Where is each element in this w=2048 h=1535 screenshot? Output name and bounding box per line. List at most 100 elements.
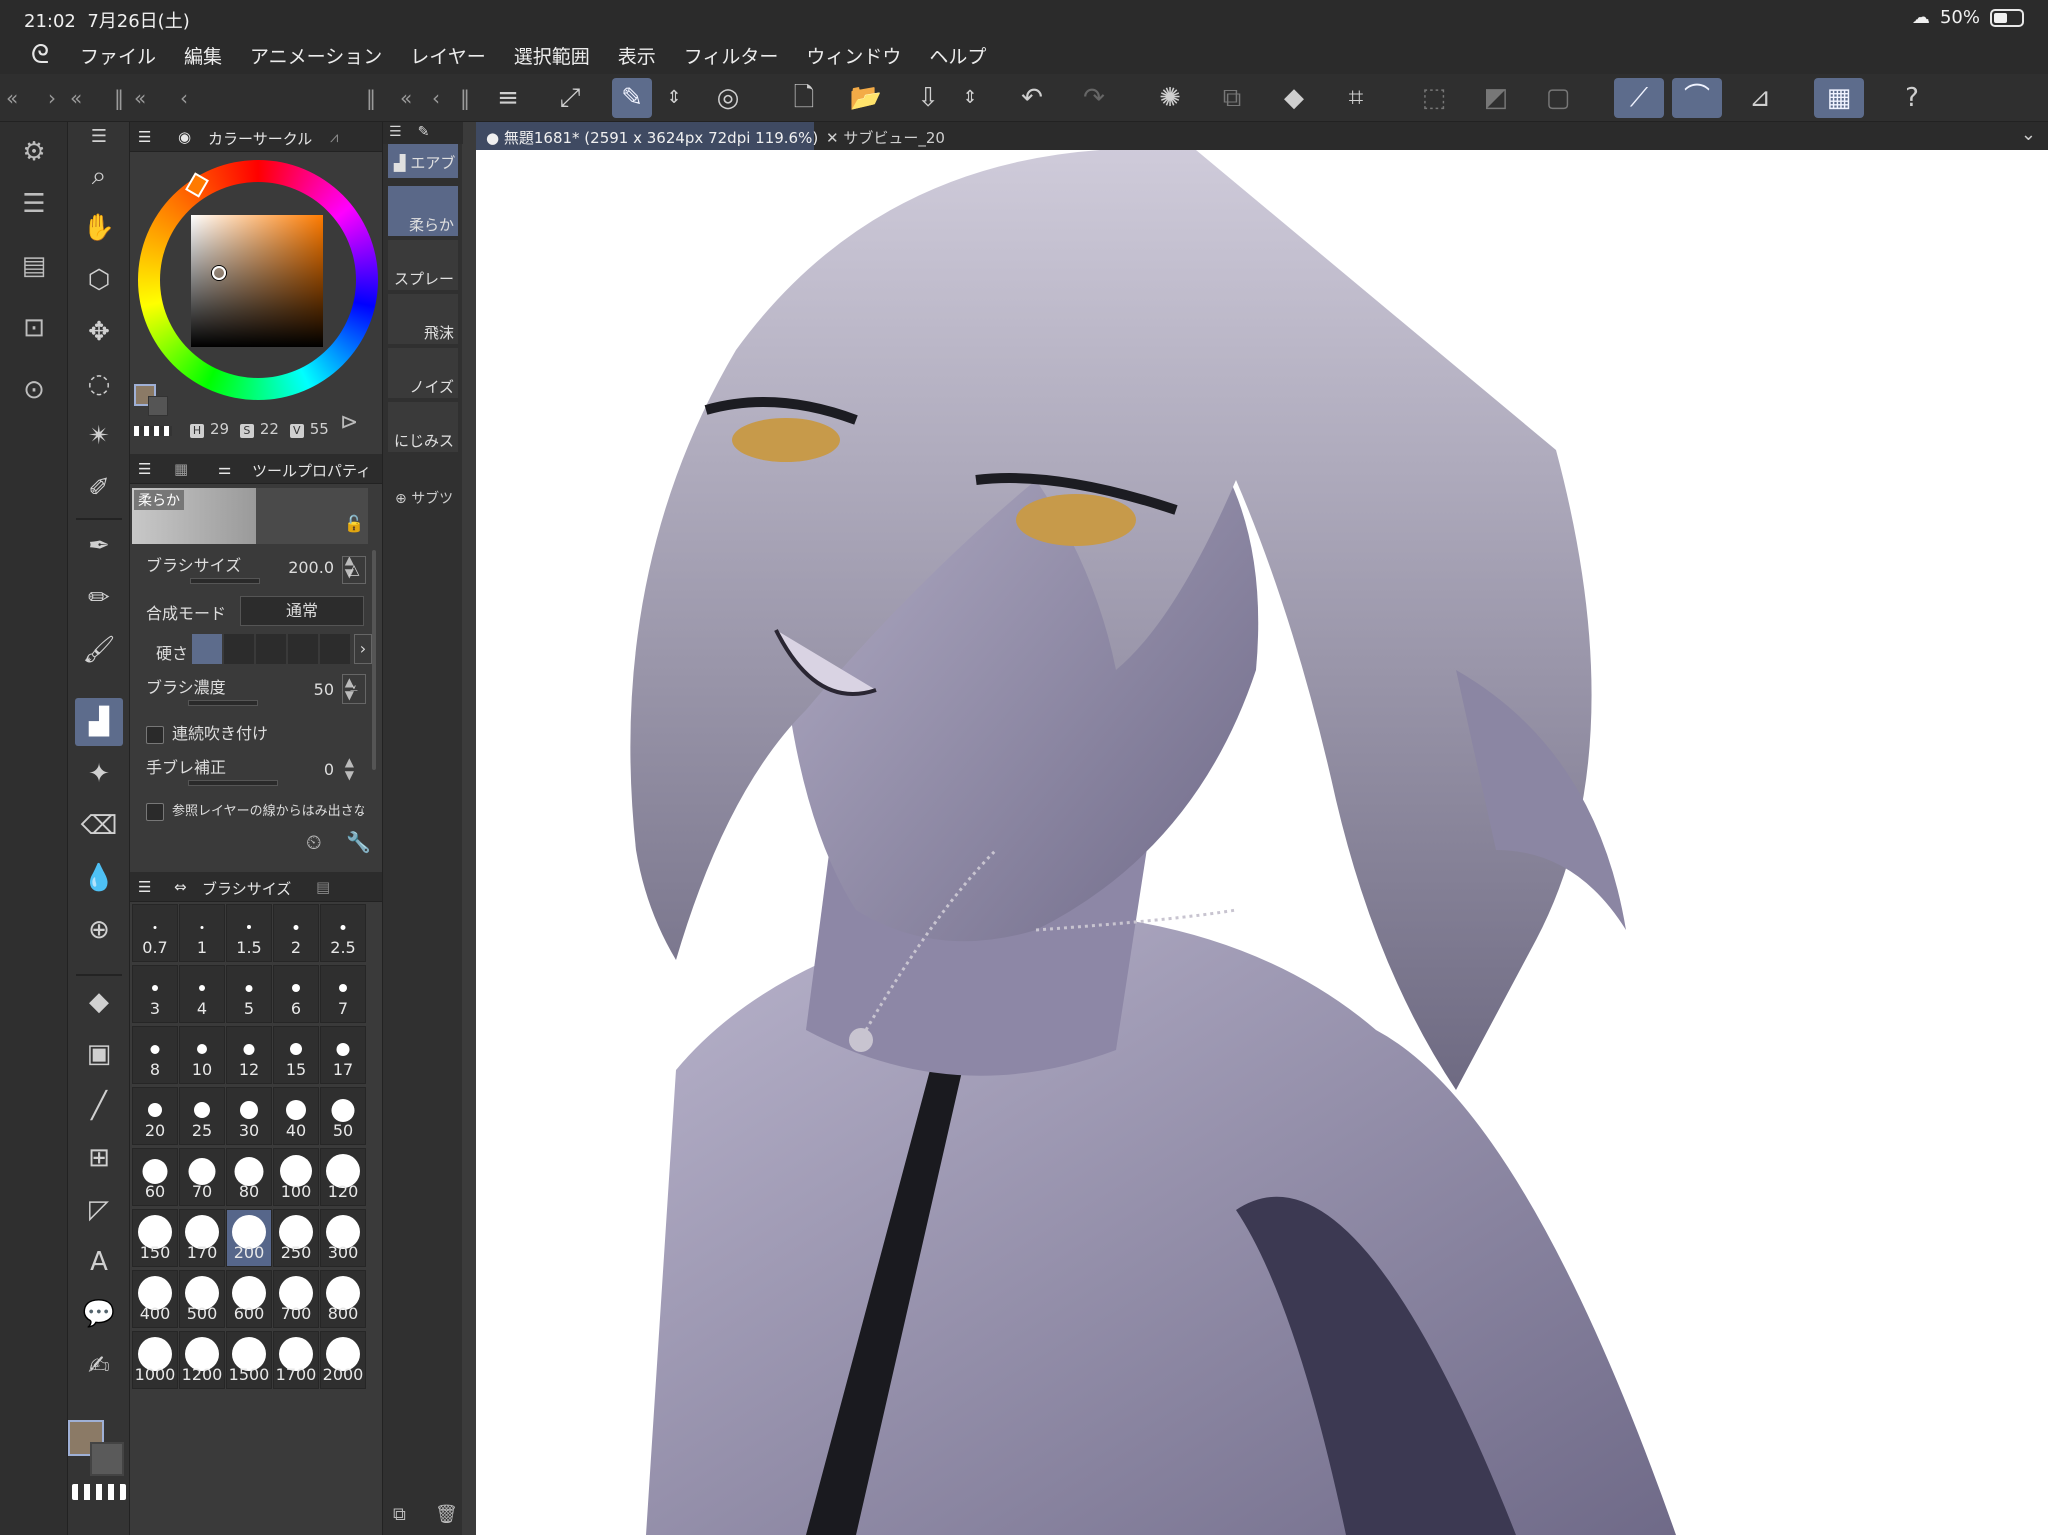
document-tab-active[interactable]: ● 無題1681* (2591 x 3624px 72dpi 119.6%) — [476, 122, 818, 150]
object-icon[interactable]: ⬡ — [75, 256, 123, 304]
eraser-icon[interactable]: ⌫ — [75, 802, 123, 850]
text-icon[interactable]: A — [75, 1238, 123, 1286]
hardness-step-1[interactable] — [192, 634, 222, 664]
collapse-left-icon[interactable]: « — [134, 86, 146, 110]
property-scrollbar[interactable] — [372, 550, 376, 770]
density-pressure-icon[interactable]: ⩡ — [342, 674, 366, 704]
snap-special-ruler-icon[interactable]: ⌒ — [1672, 78, 1722, 118]
zoom-icon[interactable]: ⌕ — [75, 152, 123, 200]
sub-tool-noise[interactable]: ノイズ — [388, 348, 458, 398]
airbrush-icon[interactable]: ▟ — [75, 698, 123, 746]
sub-tool-tab-icon[interactable]: ✎ — [418, 124, 430, 140]
app-logo-icon[interactable]: ᘓ — [0, 40, 80, 71]
sub-tool-blur-spray[interactable]: にじみス — [388, 402, 458, 452]
brush-size-value[interactable]: 200.0 — [288, 558, 334, 577]
hardness-step-5[interactable] — [320, 634, 350, 664]
sub-color-swatch[interactable] — [148, 396, 168, 416]
stepper-icon[interactable]: ▲ ▼ — [345, 756, 354, 782]
menu-edit[interactable]: 編集 — [184, 42, 222, 69]
snap-grid-icon[interactable]: ⊿ — [1740, 78, 1780, 118]
menu-file[interactable]: ファイル — [80, 42, 156, 69]
layers-icon[interactable]: ☰ — [14, 184, 54, 224]
brush-size-cell[interactable]: 70 — [179, 1148, 225, 1206]
brush-size-cell[interactable]: 700 — [273, 1270, 319, 1328]
drawing-canvas[interactable] — [476, 150, 2048, 1535]
brush-size-cell[interactable]: 150 — [132, 1209, 178, 1267]
snap-ruler-icon[interactable]: ⟋ — [1614, 78, 1664, 118]
loading-spinner-icon[interactable]: ✺ — [1150, 78, 1190, 118]
lasso-icon[interactable]: ◌ — [75, 360, 123, 408]
sub-tool-soft[interactable]: 柔らか — [388, 186, 458, 236]
move-icon[interactable]: ✥ — [75, 308, 123, 356]
pencil-icon[interactable]: ✏ — [75, 574, 123, 622]
brush-size-cell[interactable]: 100 — [273, 1148, 319, 1206]
color-panel-tab[interactable]: ☰ ◉ カラーサークル ⩘ — [130, 122, 382, 152]
density-value[interactable]: 50 — [314, 680, 334, 699]
decoration-icon[interactable]: ✦ — [75, 750, 123, 798]
eyedropper-icon[interactable]: ✐ — [75, 464, 123, 512]
panel-handle-icon[interactable]: ‖ — [114, 86, 124, 110]
blend-mode-select[interactable]: 通常 — [240, 596, 364, 626]
brush-size-cell[interactable]: 120 — [320, 1148, 366, 1206]
brush-size-slider[interactable] — [190, 578, 260, 584]
tool-header-icon[interactable]: ☰ — [75, 122, 123, 152]
pen-icon[interactable]: ✒ — [75, 522, 123, 570]
hardness-step-2[interactable] — [224, 634, 254, 664]
brush-size-cell[interactable]: 2000 — [320, 1331, 366, 1389]
chevron-updown-icon[interactable]: ⇕ — [958, 78, 982, 118]
sub-tool-splash[interactable]: 飛沫 — [388, 294, 458, 344]
brush-size-cell[interactable]: 1.5 — [226, 904, 272, 962]
menu-view[interactable]: 表示 — [618, 42, 656, 69]
hamburger-menu-icon[interactable]: ≡ — [488, 78, 528, 118]
expand-right-icon[interactable]: › — [48, 86, 56, 110]
panel-menu-icon[interactable]: ☰ — [389, 124, 402, 140]
line-icon[interactable]: ╱ — [75, 1082, 123, 1130]
hand-icon[interactable]: ✋ — [75, 204, 123, 252]
wrench-icon[interactable]: 🔧 — [346, 830, 371, 854]
pressure-icon[interactable]: △ — [342, 556, 366, 584]
transform-icon[interactable]: ⌗ — [1336, 78, 1376, 118]
gradient-icon[interactable]: ▣ — [75, 1030, 123, 1078]
tool-property-tab[interactable]: ☰ ▦ ⚌ ツールプロパティ — [130, 454, 382, 484]
brush-size-cell[interactable]: 7 — [320, 965, 366, 1023]
add-sub-tool[interactable]: ⊕ サブツ — [395, 488, 453, 508]
brush-size-cell[interactable]: 500 — [179, 1270, 225, 1328]
help-icon[interactable]: ? — [1892, 78, 1932, 118]
fill-bucket-icon[interactable]: ◆ — [1274, 78, 1314, 118]
panel-menu-icon[interactable]: ☰ — [138, 128, 151, 146]
continuous-spray-checkbox[interactable] — [146, 725, 164, 744]
stabilizer-value[interactable]: 0 — [324, 760, 334, 779]
brush-size-cell[interactable]: 1700 — [273, 1331, 319, 1389]
collapse-left-icon[interactable]: « — [400, 86, 412, 110]
brush-size-cell[interactable]: 3 — [132, 965, 178, 1023]
document-tab-subview[interactable]: ✕ サブビュー_20 — [816, 122, 962, 150]
companion-icon[interactable]: ◎ — [708, 78, 748, 118]
brush-size-cell[interactable]: 17 — [320, 1026, 366, 1084]
menu-help[interactable]: ヘルプ — [929, 42, 986, 69]
blend-mode-row[interactable]: 合成モード 通常 — [146, 596, 366, 632]
continuous-spray-row[interactable]: 連続吹き付け — [146, 720, 366, 756]
lock-icon[interactable]: 🔓 — [344, 514, 364, 533]
brush-size-cell[interactable]: 8 — [132, 1026, 178, 1084]
plus-icon[interactable]: ⊕ — [395, 491, 407, 507]
brush-size-alt-icon[interactable]: ▤ — [316, 878, 330, 896]
sub-color-chip[interactable] — [90, 1442, 124, 1476]
brush-size-cell[interactable]: 30 — [226, 1087, 272, 1145]
panel-menu-icon[interactable]: ☰ — [138, 878, 151, 896]
canvas-resize-icon[interactable]: ⤢ — [550, 78, 590, 118]
color-switch-icon[interactable]: ⊳ — [340, 410, 358, 435]
auto-select-icon[interactable]: ✴ — [75, 412, 123, 460]
ref-layer-checkbox[interactable] — [146, 802, 164, 821]
redo-icon[interactable]: ↷ — [1074, 78, 1114, 118]
stabilizer-slider[interactable] — [188, 780, 278, 786]
brush-size-cell[interactable]: 200 — [226, 1209, 272, 1267]
transparent-color-chip[interactable] — [72, 1484, 126, 1500]
brush-size-cell[interactable]: 15 — [273, 1026, 319, 1084]
reset-icon[interactable]: ⏲ — [306, 830, 322, 854]
hardness-step-4[interactable] — [288, 634, 318, 664]
close-icon[interactable]: ✕ — [826, 129, 839, 147]
brush-size-cell[interactable]: 1 — [179, 904, 225, 962]
brush-size-cell[interactable]: 1200 — [179, 1331, 225, 1389]
brush-size-cell[interactable]: 2.5 — [320, 904, 366, 962]
brush-size-cell[interactable]: 60 — [132, 1148, 178, 1206]
